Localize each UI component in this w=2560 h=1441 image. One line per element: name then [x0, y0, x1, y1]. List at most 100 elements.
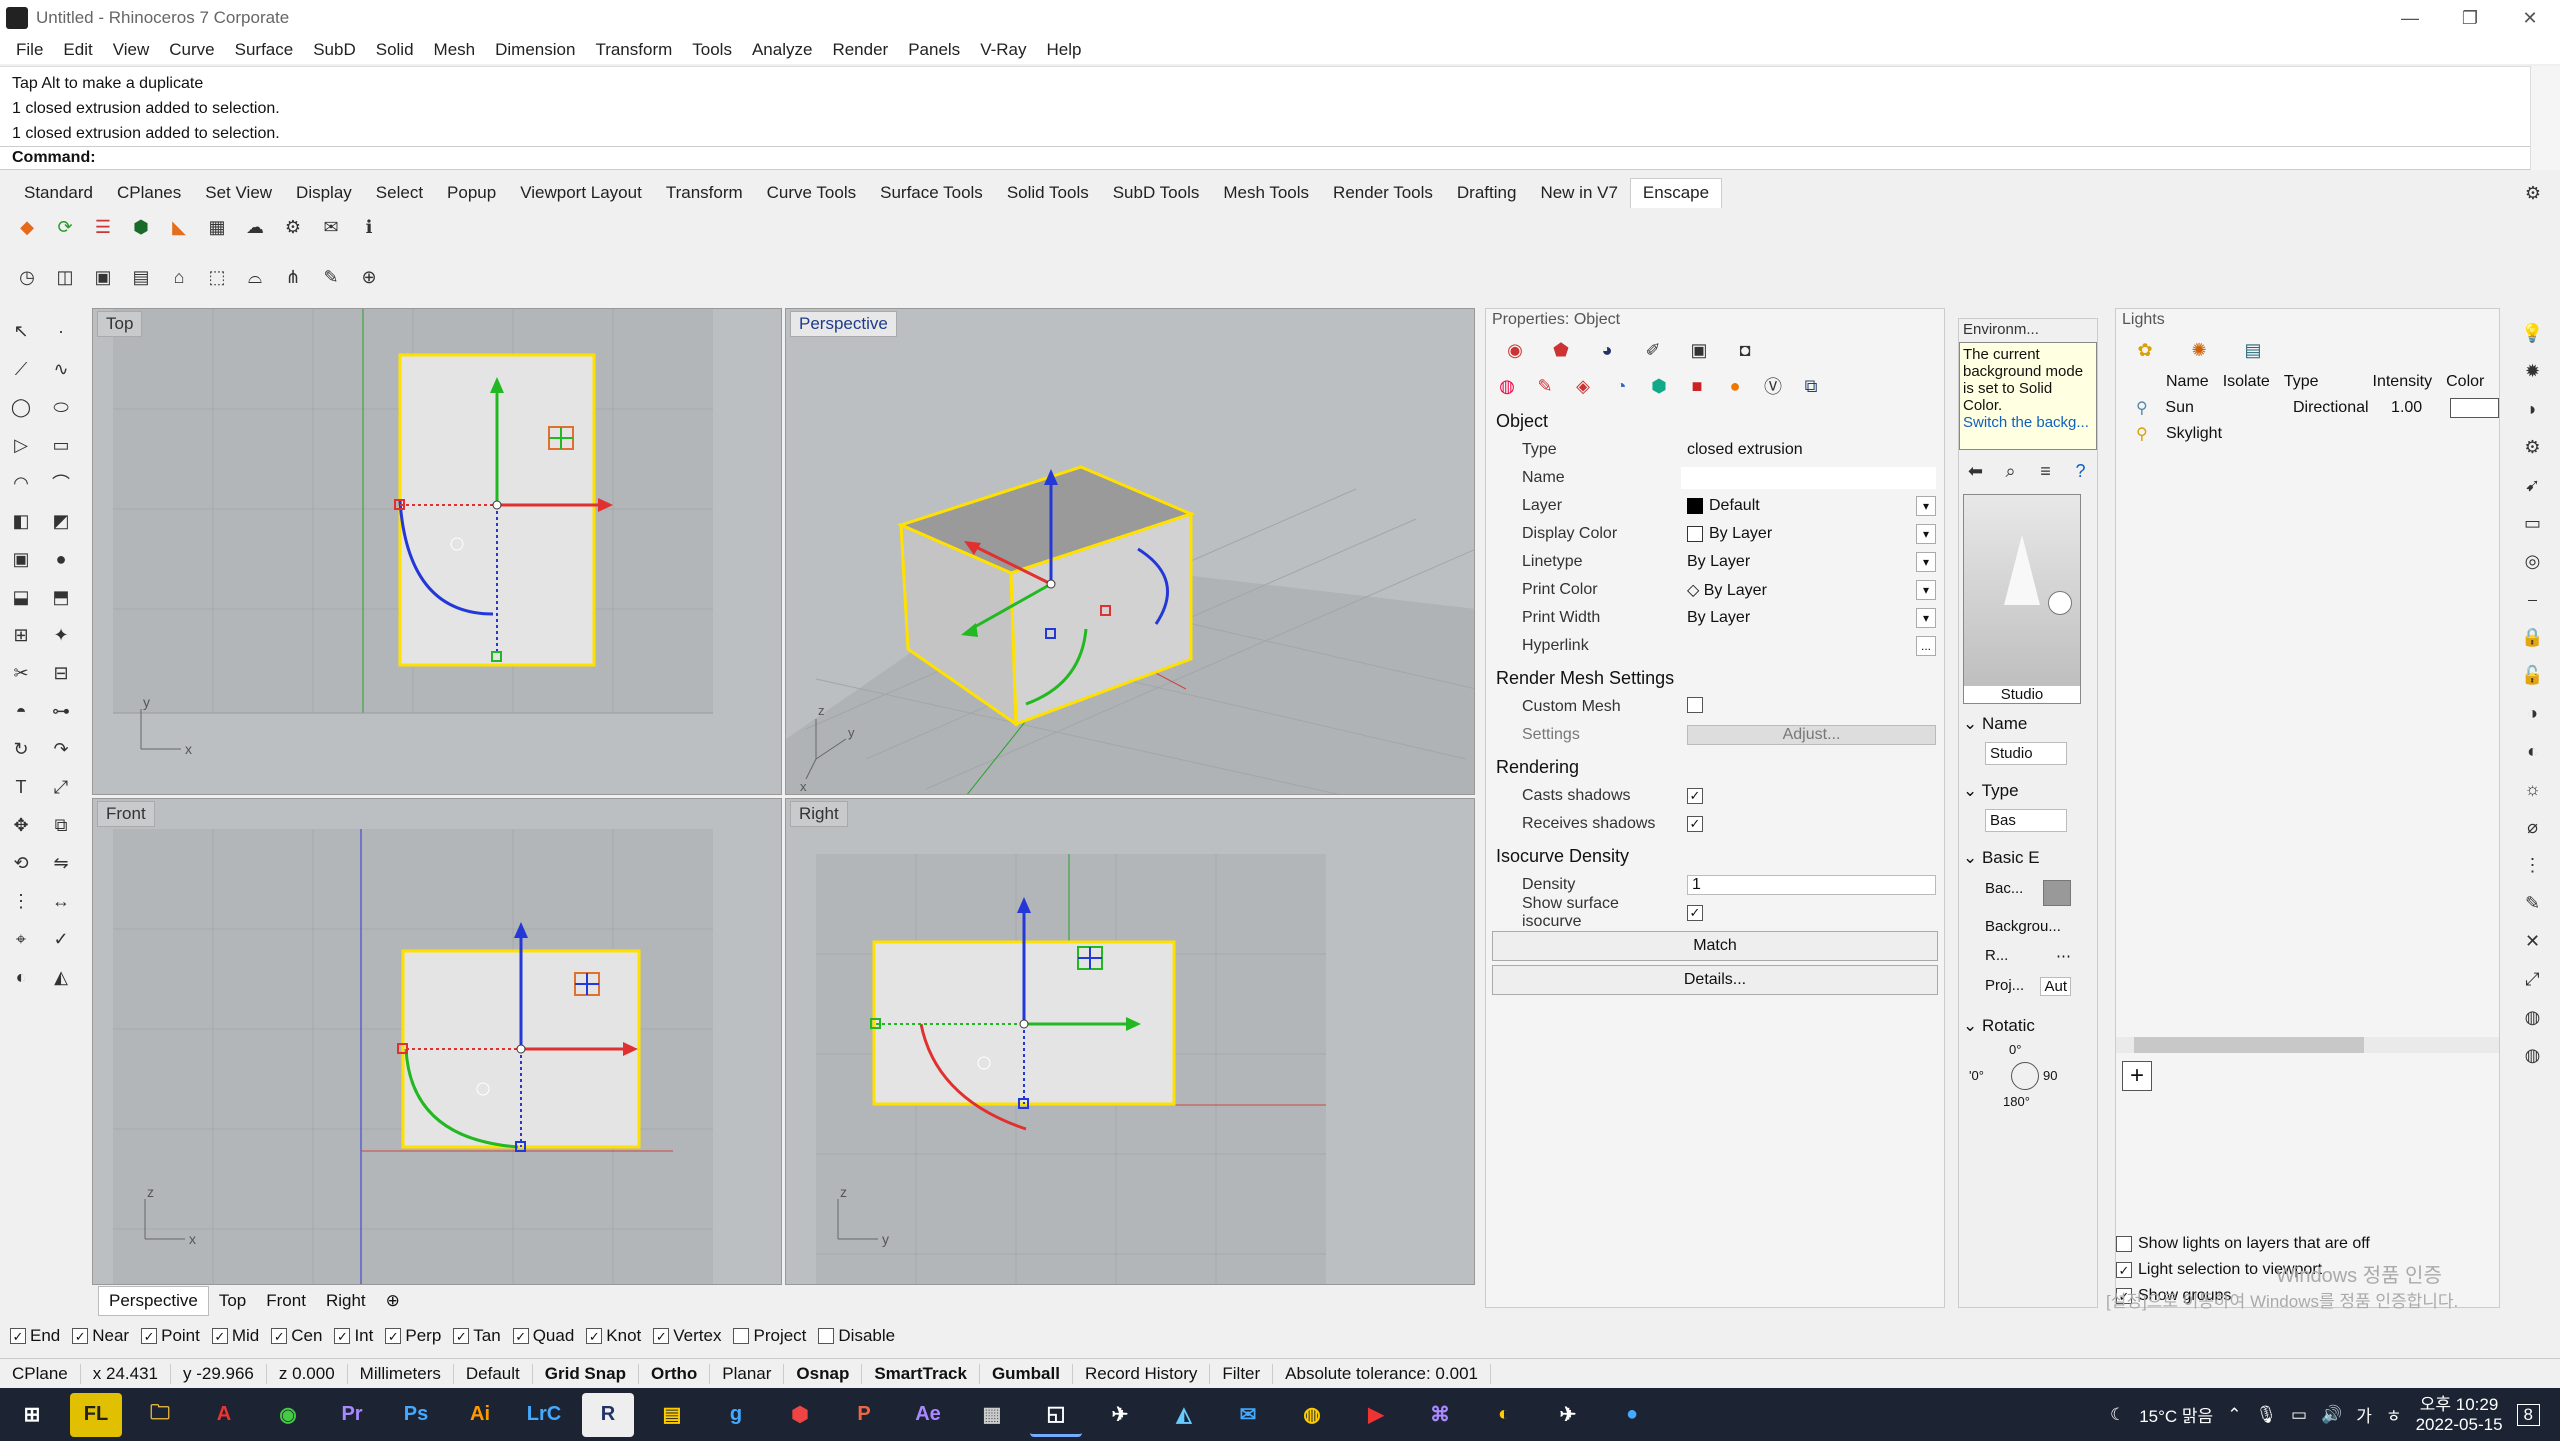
chevron-down-icon[interactable]: ▾: [1916, 608, 1936, 628]
show-isocurve-checkbox[interactable]: ✓: [1687, 904, 1703, 921]
osnap-tan[interactable]: ✓ Tan: [453, 1326, 501, 1346]
sticky-notes-icon[interactable]: ▤: [646, 1393, 698, 1437]
light-bulb-3-icon[interactable]: ◍: [2518, 1040, 2548, 1070]
viewport-label-front[interactable]: Front: [97, 801, 155, 827]
after-effects-icon[interactable]: Ae: [902, 1393, 954, 1437]
status-planar[interactable]: Planar: [710, 1363, 785, 1384]
tab-display[interactable]: Display: [284, 183, 364, 203]
move-icon[interactable]: ✥: [4, 808, 38, 842]
enscape-app-icon[interactable]: ◐: [1478, 1393, 1530, 1437]
chevron-down-icon[interactable]: ▾: [1916, 524, 1936, 544]
boolean-icon[interactable]: ◓: [4, 694, 38, 728]
red-box-icon[interactable]: ■: [1682, 371, 1712, 401]
chevron-down-icon[interactable]: ▾: [1916, 552, 1936, 572]
environment-name-input[interactable]: Studio: [1985, 742, 2067, 765]
checkbox-checked[interactable]: ✓: [334, 1328, 351, 1344]
tab-enscape[interactable]: Enscape: [1629, 178, 1723, 208]
light-edit-icon[interactable]: ✎: [2518, 888, 2548, 918]
enscape-start-icon[interactable]: ◆: [12, 212, 42, 242]
color-wheel-icon[interactable]: ◍: [1492, 371, 1522, 401]
rotation-dial[interactable]: 0° '0° 90 180°: [1959, 1042, 2097, 1122]
rhino-2-icon[interactable]: ✈: [1542, 1393, 1594, 1437]
chevron-down-icon[interactable]: ⌄: [1963, 781, 1982, 800]
notification-icon[interactable]: 8: [2516, 1403, 2540, 1426]
sync-icon[interactable]: ⟳: [50, 212, 80, 242]
col-type[interactable]: Type: [2284, 373, 2319, 391]
light-settings-icon[interactable]: ⚙: [2518, 432, 2548, 462]
clock[interactable]: 오후 10:29 2022-05-15: [2416, 1395, 2503, 1435]
hyperlink-browse-button[interactable]: ...: [1916, 636, 1936, 656]
tab-surface-tools[interactable]: Surface Tools: [868, 183, 995, 203]
gear-icon[interactable]: ⚙: [2518, 178, 2548, 208]
box-icon[interactable]: ⬚: [202, 262, 232, 292]
rhino-icon[interactable]: ✈: [1094, 1393, 1146, 1437]
status-layer[interactable]: Default: [454, 1363, 533, 1384]
custom-mesh-checkbox[interactable]: [1687, 696, 1703, 713]
libraries-icon[interactable]: ▤: [2238, 335, 2268, 365]
osnap-project[interactable]: Project: [733, 1326, 806, 1346]
linear-light-icon[interactable]: ⎯: [2518, 584, 2548, 614]
volume-icon[interactable]: 🔊: [2321, 1405, 2342, 1425]
vp-tab-right[interactable]: Right: [316, 1287, 376, 1315]
layers-icon[interactable]: ⧉: [1796, 371, 1826, 401]
scroll-thumb[interactable]: [2134, 1037, 2364, 1053]
search-icon[interactable]: ⌕: [1996, 456, 2025, 486]
viewport-top[interactable]: yx Top: [92, 308, 782, 795]
unlock-icon[interactable]: 🔓: [2518, 660, 2548, 690]
materials-icon[interactable]: ▦: [202, 212, 232, 242]
help-icon[interactable]: ?: [2066, 456, 2095, 486]
vp-tab-front[interactable]: Front: [256, 1287, 316, 1315]
status-cplane[interactable]: CPlane: [0, 1363, 81, 1384]
ime-language[interactable]: 가: [2356, 1402, 2372, 1427]
media-player-icon[interactable]: ▶: [1350, 1393, 1402, 1437]
sun-icon[interactable]: ✺: [2184, 335, 2214, 365]
mesh-icon[interactable]: ⌓: [240, 262, 270, 292]
open-icon[interactable]: ▣: [88, 262, 118, 292]
red-app-icon[interactable]: ⬢: [774, 1393, 826, 1437]
table-row[interactable]: ⚲ Skylight: [2116, 421, 2499, 447]
light-array-icon[interactable]: ⋮: [2518, 850, 2548, 880]
bulb-on-icon[interactable]: ✹: [2518, 356, 2548, 386]
col-intensity[interactable]: Intensity: [2373, 373, 2433, 391]
spotlight-icon[interactable]: ◗: [2518, 394, 2548, 424]
chevron-down-icon[interactable]: ⌄: [1963, 714, 1982, 733]
lightroom-icon[interactable]: LrC: [518, 1393, 570, 1437]
texture-mapping-icon[interactable]: ✐: [1638, 335, 1668, 365]
revit-icon[interactable]: R: [582, 1392, 634, 1437]
add-viewport-icon[interactable]: ⊕: [376, 1287, 410, 1315]
menu-vray[interactable]: V-Ray: [970, 40, 1036, 60]
print-color-select[interactable]: ◇ By Layer: [1681, 580, 1944, 600]
photoshop-icon[interactable]: Ps: [390, 1393, 442, 1437]
status-units[interactable]: Millimeters: [348, 1363, 454, 1384]
check-icon[interactable]: ✓: [44, 922, 78, 956]
status-smarttrack[interactable]: SmartTrack: [862, 1363, 980, 1384]
menu-analyze[interactable]: Analyze: [742, 40, 822, 60]
brush-icon[interactable]: ✎: [316, 262, 346, 292]
name-input[interactable]: [1681, 467, 1936, 489]
status-ortho[interactable]: Ortho: [639, 1363, 711, 1384]
show-lights-off-checkbox[interactable]: [2116, 1236, 2132, 1252]
light-selection-checkbox[interactable]: ✓: [2116, 1262, 2132, 1278]
menu-tools[interactable]: Tools: [682, 40, 742, 60]
point-icon[interactable]: ·: [44, 314, 78, 348]
chevron-down-icon[interactable]: ⌄: [1963, 848, 1982, 867]
microphone-icon[interactable]: 🎙: [2255, 1405, 2277, 1425]
purple-app-icon[interactable]: ⌘: [1414, 1393, 1466, 1437]
settings-icon[interactable]: ⚙: [278, 212, 308, 242]
menu-edit[interactable]: Edit: [53, 40, 102, 60]
weather-text[interactable]: 15°C 맑음: [2139, 1402, 2213, 1427]
lights-tab-icon[interactable]: ✿: [2130, 335, 2160, 365]
mirror-icon[interactable]: ⇋: [44, 846, 78, 880]
status-osnap[interactable]: Osnap: [784, 1363, 863, 1384]
polyline-icon[interactable]: ⟋: [4, 352, 38, 386]
views-icon[interactable]: ☰: [88, 212, 118, 242]
viewport-front[interactable]: zx Front: [92, 798, 782, 1285]
illustrator-icon[interactable]: Ai: [454, 1393, 506, 1437]
checkbox-checked[interactable]: ✓: [512, 1328, 529, 1344]
minimize-button[interactable]: —: [2380, 0, 2440, 36]
curve-icon[interactable]: ∿: [44, 352, 78, 386]
paint-icon[interactable]: ✎: [1530, 371, 1560, 401]
osnap-perp[interactable]: ✓ Perp: [385, 1326, 441, 1346]
mesh-tool-icon[interactable]: ⊞: [4, 618, 38, 652]
blend-icon[interactable]: ↷: [44, 732, 78, 766]
